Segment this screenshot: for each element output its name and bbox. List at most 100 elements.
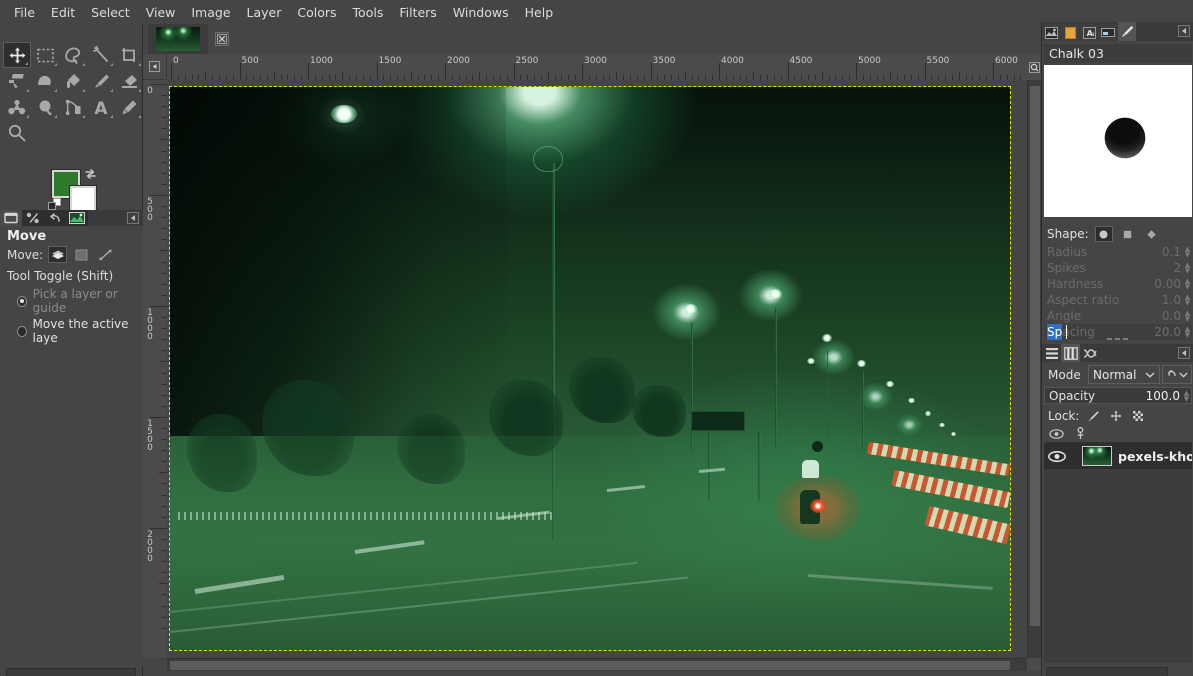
ruler-label: 0 [145,86,155,94]
ruler-label: 2500 [515,56,539,66]
tab-fonts[interactable]: Aa [1080,24,1098,41]
paintbrush-tool[interactable] [87,68,115,94]
dock-menu-icon[interactable] [127,212,139,224]
radio-indicator-unselected [17,325,27,337]
ruler-minor-tick [753,72,755,80]
brush-hardness-field[interactable]: Hardness 0.00 ▲ ▼ [1044,276,1192,292]
menu-layer[interactable]: Layer [239,2,290,23]
dock-resize-grip[interactable] [1102,335,1132,343]
brush-angle-field[interactable]: Angle 0.0 ▲ ▼ [1044,308,1192,324]
background-color-swatch[interactable] [70,186,96,212]
radio-pick-layer-or-guide[interactable]: Pick a layer or guide [4,286,139,316]
shape-square-button[interactable] [1119,226,1137,242]
free-select-tool[interactable] [59,42,87,68]
color-picker-tool[interactable] [115,94,143,120]
spinner-icon[interactable]: ▲ ▼ [1183,261,1192,275]
tab-tool-options[interactable] [0,210,22,226]
radio-move-active-layer[interactable]: Move the active laye [4,316,139,346]
layer-mode-row: Mode Normal [1044,365,1192,384]
tab-brush-editor[interactable] [1118,22,1136,41]
ruler-minor-tick [205,72,207,80]
lock-alpha-button[interactable] [1131,409,1145,423]
spinner-icon[interactable]: ▲ ▼ [1183,325,1192,339]
menu-view[interactable]: View [138,2,184,23]
menu-file[interactable]: File [6,2,43,23]
swap-colors-icon[interactable] [84,168,98,182]
lock-position-button[interactable] [1109,409,1123,423]
menu-image[interactable]: Image [183,2,238,23]
tab-channels[interactable] [1061,344,1080,362]
spinner-icon[interactable]: ▲ ▼ [1183,277,1192,291]
layer-mode-revert-button[interactable] [1162,365,1192,384]
dock-menu-icon[interactable] [1178,25,1190,37]
move-tool[interactable] [3,42,31,68]
horizontal-ruler[interactable]: 0 500 1000 1500 2000 2500 3000 3500 4000 4500 5000… [167,54,1041,80]
shape-diamond-button[interactable] [1143,226,1161,242]
canvas-vertical-scrollbar[interactable] [1027,80,1041,658]
radio-label-move-active: Move the active laye [32,317,129,345]
lock-pixels-button[interactable] [1087,409,1101,423]
shape-circle-button[interactable] [1094,226,1113,242]
warp-transform-tool[interactable] [31,68,59,94]
tab-undo-history[interactable] [44,210,66,226]
move-selection-mode-button[interactable] [72,246,91,263]
tab-paths[interactable] [1080,344,1099,362]
menu-colors[interactable]: Colors [289,2,344,23]
brush-spacing-edit-selection[interactable]: Sp [1047,324,1063,340]
image-tab-pexels[interactable] [148,24,208,54]
table-row[interactable]: pexels-kho [1044,443,1192,469]
menu-filters[interactable]: Filters [391,2,444,23]
move-path-mode-button[interactable] [96,246,115,263]
tab-layers[interactable] [1042,344,1061,362]
spinner-icon[interactable]: ▲ ▼ [1183,293,1192,307]
tab-document-history[interactable] [1099,24,1117,41]
ruler-origin-button[interactable] [143,54,167,80]
tab-gradients[interactable] [1061,24,1079,41]
vertical-ruler[interactable]: 0 500 1000 1500 2000 [143,80,167,658]
text-tool[interactable]: A [87,94,115,120]
brush-aspect-ratio-field[interactable]: Aspect ratio 1.0 ▲ ▼ [1044,292,1192,308]
crop-tool[interactable] [115,42,143,68]
brush-spikes-field[interactable]: Spikes 2 ▲ ▼ [1044,260,1192,276]
menu-select[interactable]: Select [83,2,138,23]
spinner-icon[interactable]: ▲ ▼ [1183,245,1192,259]
tab-images[interactable] [66,210,88,226]
navigation-icon[interactable] [1027,658,1041,671]
horizontal-scrollbar-thumb[interactable] [170,661,1010,670]
layer-visibility-toggle[interactable] [1044,450,1070,462]
tab-device-status[interactable] [22,210,44,226]
zoom-fit-icon[interactable] [1027,54,1041,80]
menu-edit[interactable]: Edit [43,2,83,23]
canvas-image[interactable] [169,86,1011,651]
menu-tools[interactable]: Tools [345,2,392,23]
layer-opacity-slider[interactable]: Opacity 100.0 ▲ ▼ [1044,387,1192,404]
rectangle-select-tool[interactable] [31,42,59,68]
menu-windows[interactable]: Windows [445,2,517,23]
close-icon[interactable] [215,32,229,46]
spinner-icon[interactable]: ▲ ▼ [1182,389,1191,403]
bucket-fill-tool[interactable] [59,68,87,94]
canvas-horizontal-scrollbar[interactable] [167,658,1027,671]
canvas-viewport[interactable] [167,80,1027,658]
move-layer-mode-button[interactable] [48,246,68,263]
brush-radius-field[interactable]: Radius 0.1 ▲ ▼ [1044,244,1192,260]
fuzzy-select-tool[interactable] [87,42,115,68]
dock-menu-icon[interactable] [1178,347,1190,359]
transform-tool[interactable] [3,68,31,94]
paths-tool[interactable] [59,94,87,120]
layers-list[interactable]: pexels-kho [1044,425,1192,663]
layer-name[interactable]: pexels-kho [1112,449,1192,464]
clone-stamp-tool[interactable] [31,94,59,120]
zoom-tool[interactable] [3,120,31,146]
ruler-tick [856,63,857,80]
menu-help[interactable]: Help [517,2,562,23]
ruler-minor-tick [159,139,167,141]
spinner-icon[interactable]: ▲ ▼ [1183,309,1192,323]
vertical-scrollbar-thumb[interactable] [1030,86,1040,626]
eraser-tool[interactable] [115,68,143,94]
chevron-down-icon [1179,372,1188,378]
smudge-tool[interactable] [3,94,31,120]
ruler-minor-tick [684,72,686,80]
layer-mode-select[interactable]: Normal [1088,365,1160,384]
tab-patterns[interactable] [1042,24,1060,41]
